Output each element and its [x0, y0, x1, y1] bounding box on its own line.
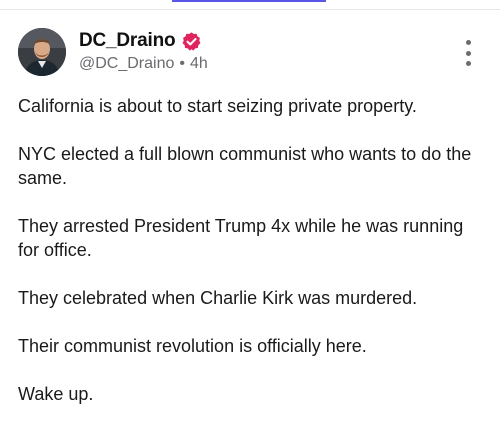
author-name[interactable]: DC_Draino	[79, 30, 176, 52]
post-paragraph: NYC elected a full blown communist who w…	[18, 144, 472, 188]
avatar-image	[18, 28, 66, 76]
post-paragraph: California is about to start seizing pri…	[18, 96, 417, 116]
author-handle[interactable]: @DC_Draino	[79, 55, 174, 73]
more-vertical-icon	[465, 40, 471, 45]
post-paragraph: Wake up.	[18, 384, 94, 404]
post-body: California is about to start seizing pri…	[18, 94, 488, 430]
post-card: DC_Draino @DC_Draino • 4h California is …	[0, 0, 500, 404]
avatar[interactable]	[18, 28, 66, 76]
verified-check-icon	[181, 31, 202, 52]
author-line: DC_Draino	[79, 30, 202, 52]
post-paragraph: Their communist revolution is officially…	[18, 336, 367, 356]
author-meta: @DC_Draino • 4h	[79, 55, 208, 73]
meta-separator: •	[179, 55, 185, 72]
post-timestamp[interactable]: 4h	[190, 55, 208, 73]
more-options-button[interactable]	[456, 40, 480, 66]
post-paragraph: They arrested President Trump 4x while h…	[18, 216, 464, 260]
post-paragraph: They celebrated when Charlie Kirk was mu…	[18, 288, 418, 308]
